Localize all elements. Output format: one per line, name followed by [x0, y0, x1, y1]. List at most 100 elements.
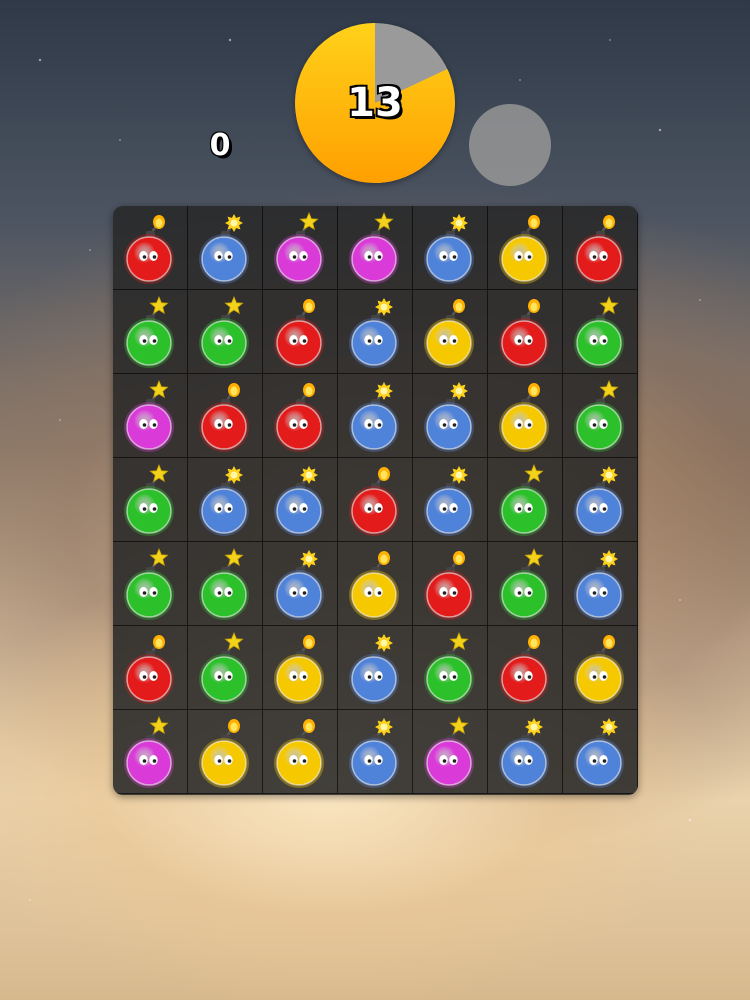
- blue-bomb-icon: [274, 550, 327, 620]
- yellow-bomb-icon: [349, 550, 402, 620]
- board-cell[interactable]: [188, 206, 263, 290]
- green-bomb-icon: [574, 379, 627, 452]
- board-cell[interactable]: [413, 626, 488, 710]
- board-cell[interactable]: [488, 206, 563, 290]
- board-cell[interactable]: [413, 290, 488, 374]
- blue-bomb-icon: [349, 298, 402, 368]
- blue-bomb-icon: [424, 466, 477, 536]
- board-cell[interactable]: [263, 710, 338, 794]
- board-cell[interactable]: [338, 206, 413, 290]
- green-bomb-icon: [574, 295, 627, 368]
- red-bomb-icon: [124, 634, 177, 704]
- green-bomb-icon: [199, 547, 252, 620]
- blue-bomb-icon: [574, 466, 627, 536]
- timer-pie: 13: [295, 23, 455, 183]
- board-cell[interactable]: [488, 458, 563, 542]
- board-cell[interactable]: [263, 206, 338, 290]
- blue-bomb-icon: [499, 718, 552, 788]
- blue-bomb-icon: [574, 718, 627, 788]
- board-cell[interactable]: [488, 626, 563, 710]
- blue-bomb-icon: [574, 550, 627, 620]
- blue-bomb-icon: [349, 718, 402, 788]
- board-cell[interactable]: [113, 710, 188, 794]
- board-cell[interactable]: [413, 458, 488, 542]
- red-bomb-icon: [574, 214, 627, 284]
- yellow-bomb-icon: [274, 718, 327, 788]
- magenta-bomb-icon: [124, 379, 177, 452]
- yellow-bomb-icon: [499, 382, 552, 452]
- board-cell[interactable]: [113, 542, 188, 626]
- board-cell[interactable]: [338, 710, 413, 794]
- board-cell[interactable]: [563, 206, 638, 290]
- green-bomb-icon: [124, 295, 177, 368]
- red-bomb-icon: [499, 634, 552, 704]
- board-cell[interactable]: [563, 374, 638, 458]
- board-cell[interactable]: [338, 374, 413, 458]
- red-bomb-icon: [424, 550, 477, 620]
- green-bomb-icon: [199, 295, 252, 368]
- board-cell[interactable]: [488, 374, 563, 458]
- board-cell[interactable]: [338, 458, 413, 542]
- board-cell[interactable]: [113, 458, 188, 542]
- red-bomb-icon: [274, 382, 327, 452]
- board-cell[interactable]: [113, 206, 188, 290]
- board-cell[interactable]: [563, 626, 638, 710]
- board-cell[interactable]: [413, 710, 488, 794]
- green-bomb-icon: [124, 547, 177, 620]
- blue-bomb-icon: [274, 466, 327, 536]
- board-cell[interactable]: [263, 374, 338, 458]
- board-cell[interactable]: [113, 290, 188, 374]
- board-cell[interactable]: [188, 290, 263, 374]
- board-cell[interactable]: [188, 542, 263, 626]
- green-bomb-icon: [499, 463, 552, 536]
- game-board: [113, 206, 638, 795]
- board-cell[interactable]: [413, 542, 488, 626]
- red-bomb-icon: [199, 382, 252, 452]
- yellow-bomb-icon: [424, 298, 477, 368]
- blue-bomb-icon: [424, 214, 477, 284]
- board-cell[interactable]: [413, 374, 488, 458]
- board-cell[interactable]: [263, 542, 338, 626]
- board-cell[interactable]: [338, 542, 413, 626]
- board-cell[interactable]: [413, 206, 488, 290]
- board-cell[interactable]: [188, 710, 263, 794]
- board-cell[interactable]: [263, 290, 338, 374]
- board-cell[interactable]: [488, 710, 563, 794]
- board-cell[interactable]: [113, 626, 188, 710]
- blue-bomb-icon: [199, 214, 252, 284]
- magenta-bomb-icon: [349, 211, 402, 284]
- magenta-bomb-icon: [424, 715, 477, 788]
- green-bomb-icon: [199, 631, 252, 704]
- board-cell[interactable]: [488, 542, 563, 626]
- magenta-bomb-icon: [274, 211, 327, 284]
- board-cell[interactable]: [563, 458, 638, 542]
- board-cell[interactable]: [188, 374, 263, 458]
- blue-bomb-icon: [424, 382, 477, 452]
- bonus-slot[interactable]: [469, 104, 551, 186]
- timer-value: 13: [347, 80, 403, 126]
- blue-bomb-icon: [349, 382, 402, 452]
- yellow-bomb-icon: [274, 634, 327, 704]
- green-bomb-icon: [124, 463, 177, 536]
- board-cell[interactable]: [188, 626, 263, 710]
- board-cell[interactable]: [188, 458, 263, 542]
- red-bomb-icon: [499, 298, 552, 368]
- board-cell[interactable]: [488, 290, 563, 374]
- green-bomb-icon: [424, 631, 477, 704]
- magenta-bomb-icon: [124, 715, 177, 788]
- board-cell[interactable]: [338, 626, 413, 710]
- blue-bomb-icon: [349, 634, 402, 704]
- board-cell[interactable]: [563, 290, 638, 374]
- board-cell[interactable]: [563, 542, 638, 626]
- board-cell[interactable]: [563, 710, 638, 794]
- red-bomb-icon: [124, 214, 177, 284]
- board-cell[interactable]: [113, 374, 188, 458]
- board-cell[interactable]: [338, 290, 413, 374]
- yellow-bomb-icon: [199, 718, 252, 788]
- blue-bomb-icon: [199, 466, 252, 536]
- score-counter: 0: [209, 128, 231, 163]
- yellow-bomb-icon: [499, 214, 552, 284]
- board-cell[interactable]: [263, 458, 338, 542]
- board-cell[interactable]: [263, 626, 338, 710]
- red-bomb-icon: [274, 298, 327, 368]
